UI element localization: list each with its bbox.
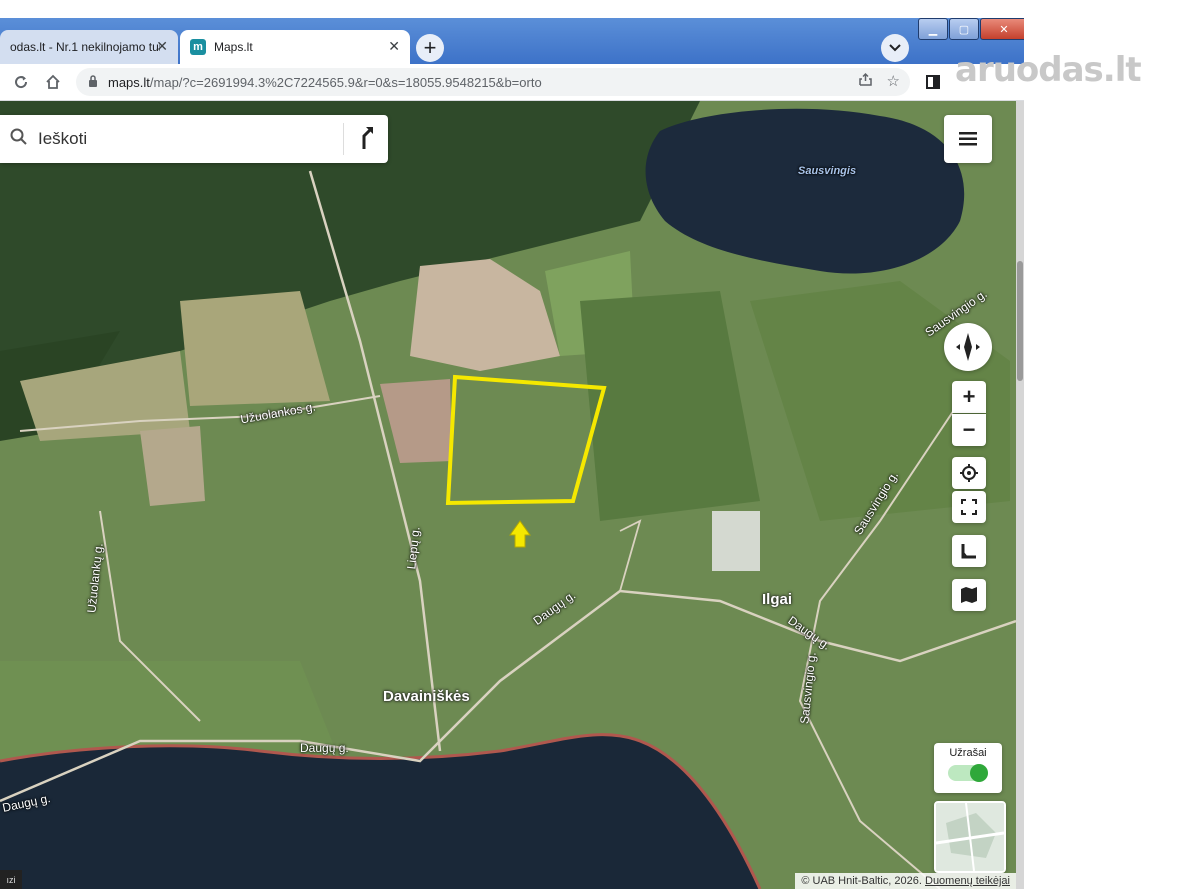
fullscreen-icon: [961, 499, 977, 515]
directions-icon[interactable]: [356, 124, 374, 155]
new-tab-button[interactable]: +: [416, 34, 444, 62]
minimize-button[interactable]: ▁: [918, 18, 948, 40]
zoom-in-button[interactable]: +: [952, 381, 986, 413]
address-bar[interactable]: maps.lt/map/?c=2691994.3%2C7224565.9&r=0…: [76, 68, 910, 96]
attribution-text: © UAB Hnit-Baltic, 2026.: [801, 875, 925, 887]
url-host: maps.lt: [108, 74, 150, 90]
fullscreen-button[interactable]: [952, 491, 986, 523]
tab-title: Maps.lt: [214, 40, 253, 54]
chevron-down-icon: [889, 44, 901, 52]
toggle-knob: [970, 764, 988, 782]
aruodas-watermark: aruodas.lt: [955, 50, 1142, 90]
window-close-button[interactable]: ✕: [980, 18, 1024, 40]
menu-button[interactable]: [944, 115, 992, 163]
place-label: Davainiškės: [383, 688, 470, 705]
measure-button[interactable]: [952, 535, 986, 567]
watermark-tld: .lt: [1102, 50, 1142, 90]
url-path: /map/?c=2691994.3%2C7224565.9&r=0&s=1805…: [149, 74, 542, 90]
road-label: Daugų g.: [300, 741, 349, 755]
compass-icon: [956, 333, 980, 361]
tab-strip: odas.lt - Nr.1 nekilnojamo tur ✕ m Maps.…: [0, 18, 1024, 64]
home-icon[interactable]: [42, 71, 64, 93]
notes-toggle-panel: Užrašai: [934, 743, 1002, 793]
search-icon: [10, 128, 28, 151]
close-icon[interactable]: ✕: [388, 38, 400, 55]
map-search-bar[interactable]: Ieškoti: [0, 115, 388, 163]
divider: [343, 123, 344, 155]
maximize-button[interactable]: ▢: [949, 18, 979, 40]
scrollbar-thumb[interactable]: [1017, 261, 1023, 381]
browser-toolbar: maps.lt/map/?c=2691994.3%2C7224565.9&r=0…: [0, 64, 1024, 101]
tab-search-button[interactable]: [881, 34, 909, 62]
notes-toggle[interactable]: [948, 764, 988, 782]
close-icon[interactable]: ✕: [156, 38, 168, 55]
tab-title: odas.lt - Nr.1 nekilnojamo tur: [10, 40, 160, 54]
place-label: Ilgai: [762, 591, 793, 608]
lock-icon: [88, 74, 98, 90]
hamburger-icon: [959, 132, 977, 146]
ruler-icon: [961, 544, 976, 559]
corner-label: ızi: [0, 870, 22, 889]
locate-icon: [960, 464, 978, 482]
data-providers-link[interactable]: Duomenų teikėjai: [925, 875, 1010, 887]
satellite-imagery: [0, 101, 1016, 889]
locate-button[interactable]: [952, 457, 986, 489]
search-input[interactable]: Ieškoti: [38, 129, 343, 149]
tab-aruodas[interactable]: odas.lt - Nr.1 nekilnojamo tur ✕: [0, 30, 178, 64]
bookmark-star-icon[interactable]: ☆: [887, 72, 900, 91]
notes-label: Užrašai: [949, 747, 987, 759]
maps-favicon-icon: m: [190, 39, 206, 55]
lake-label: Sausvingis: [798, 165, 857, 177]
basemap-switcher[interactable]: [934, 801, 1006, 873]
watermark-brand: aruodas: [955, 50, 1104, 90]
window-controls: ▁ ▢ ✕: [918, 18, 1024, 40]
sidepanel-icon[interactable]: [922, 71, 944, 93]
reload-icon[interactable]: [10, 71, 32, 93]
scrollbar[interactable]: [1016, 101, 1024, 889]
basemap-thumbnail: [936, 803, 1004, 871]
map-canvas[interactable]: Sausvingis Užuolankos g. Užuolankų g. Li…: [0, 101, 1016, 889]
compass-button[interactable]: [944, 323, 992, 371]
layers-button[interactable]: [952, 579, 986, 611]
share-icon[interactable]: [858, 72, 873, 91]
zoom-out-button[interactable]: −: [952, 414, 986, 446]
tab-maps[interactable]: m Maps.lt ✕: [180, 30, 410, 64]
map-attribution: © UAB Hnit-Baltic, 2026. Duomenų teikėja…: [795, 873, 1016, 889]
browser-window: odas.lt - Nr.1 nekilnojamo tur ✕ m Maps.…: [0, 18, 1024, 889]
map-layers-icon: [961, 587, 977, 603]
